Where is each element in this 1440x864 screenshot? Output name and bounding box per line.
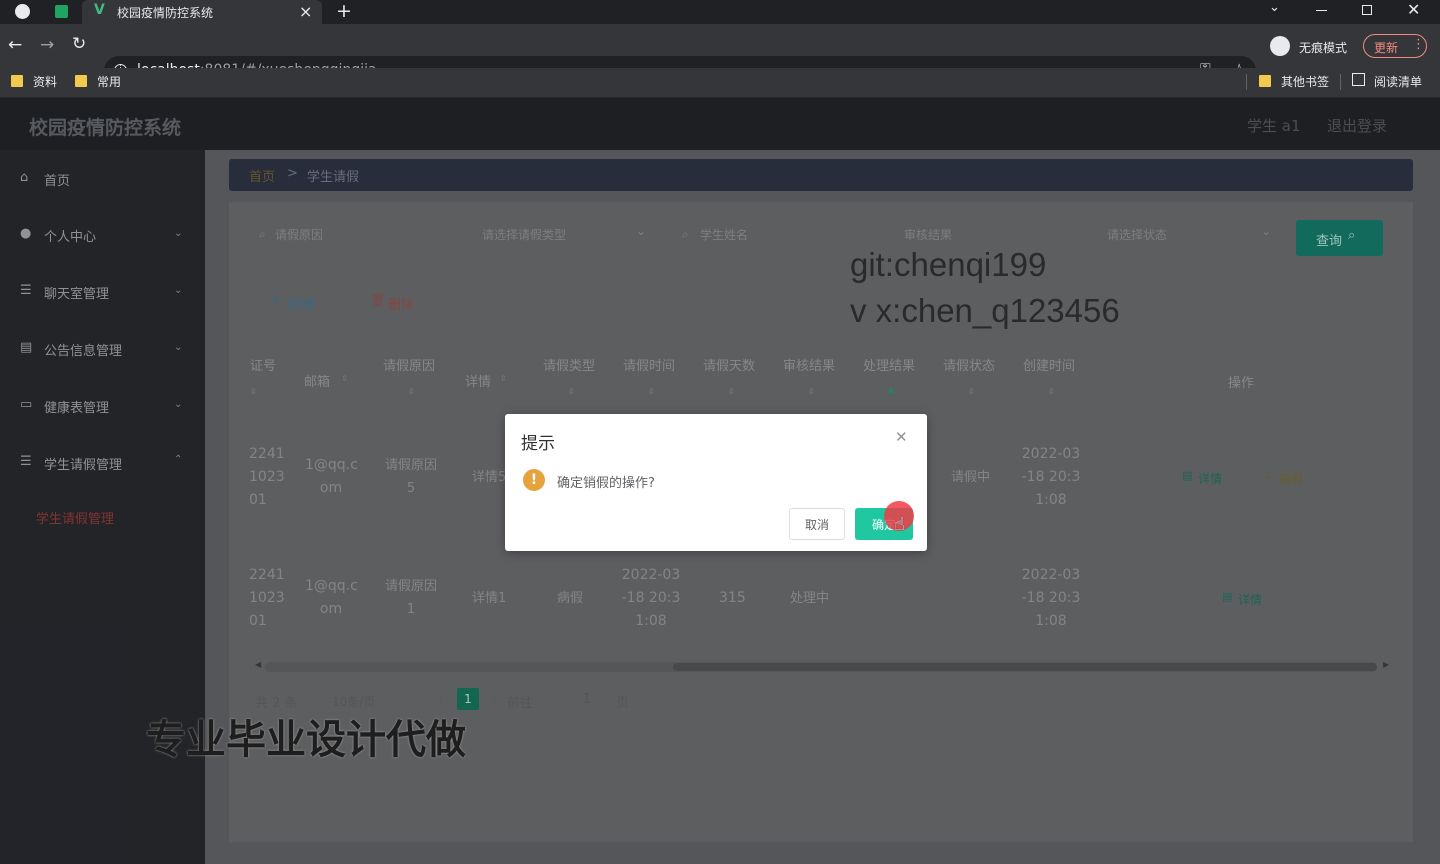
watermark-caption: 专业毕业设计代做 <box>146 718 466 762</box>
warning-icon: ! <box>523 469 545 491</box>
folder-icon <box>1259 75 1271 87</box>
dialog-message: 确定销假的操作? <box>557 476 655 491</box>
browser-toolbar: ← → ↻ i localhost:8081/#/xueshengqingjia… <box>0 24 1440 86</box>
bookmark-divider <box>1340 74 1341 90</box>
kebab-menu-icon: ⋮ <box>1412 37 1425 52</box>
pinned-tab-icon[interactable] <box>55 5 68 18</box>
forward-icon[interactable]: → <box>40 35 54 55</box>
tab-title: 校园疫情防控系统 <box>117 6 214 20</box>
restore-icon[interactable] <box>1362 5 1372 15</box>
close-icon[interactable]: ✕ <box>895 428 908 446</box>
folder-icon <box>11 75 23 87</box>
tab-close-icon[interactable]: × <box>299 2 312 21</box>
cancel-button[interactable]: 取消 <box>789 508 845 540</box>
new-tab-icon[interactable]: + <box>336 0 352 22</box>
reload-icon[interactable]: ↻ <box>72 34 86 54</box>
browser-logo-icon[interactable] <box>15 4 30 19</box>
bookmarks-bar: 资料 常用 其他书签 阅读清单 <box>0 68 1440 98</box>
cancel-button-label: 取消 <box>804 518 829 532</box>
close-window-icon[interactable]: ✕ <box>1407 0 1420 19</box>
confirm-dialog: 提示 ✕ ! 确定销假的操作? 取消 确定 ☝ <box>505 414 927 551</box>
tab-active[interactable]: V 校园疫情防控系统 × <box>82 0 322 24</box>
hand-cursor-icon: ☝ <box>894 514 905 535</box>
bookmark-item[interactable]: 资料 <box>33 73 57 90</box>
folder-icon <box>75 75 87 87</box>
incognito-icon <box>1270 36 1290 56</box>
update-label: 更新 <box>1374 41 1399 55</box>
reading-list[interactable]: 阅读清单 <box>1374 73 1422 90</box>
reading-list-icon <box>1352 73 1365 86</box>
minimize-icon[interactable] <box>1316 10 1327 11</box>
tab-search-icon[interactable]: ⌄ <box>1269 0 1280 15</box>
dialog-title: 提示 <box>521 434 555 454</box>
incognito-label: 无痕模式 <box>1299 41 1348 55</box>
bookmark-divider <box>1246 74 1247 90</box>
browser-tab-strip: V 校园疫情防控系统 × + ⌄ ✕ <box>0 0 1440 24</box>
update-button[interactable]: 更新 ⋮ <box>1363 34 1427 58</box>
vue-logo-icon: V <box>94 2 105 18</box>
bookmark-item[interactable]: 常用 <box>97 73 121 90</box>
back-icon[interactable]: ← <box>8 35 22 55</box>
other-bookmarks[interactable]: 其他书签 <box>1281 73 1329 90</box>
